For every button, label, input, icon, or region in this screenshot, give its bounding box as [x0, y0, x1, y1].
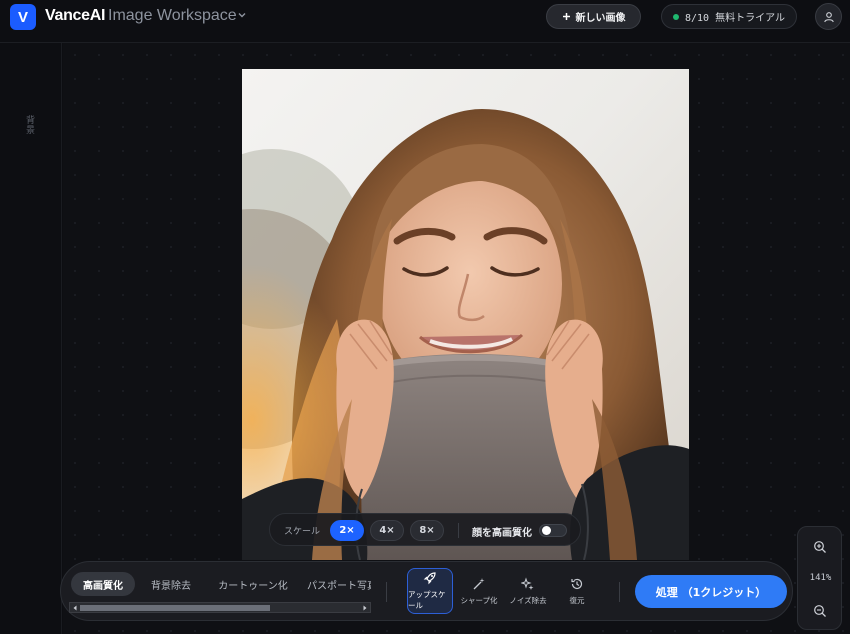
- scale-selector-bar: スケール 2× 4× 8× 顔を高画質化: [269, 513, 581, 546]
- scroll-right-icon[interactable]: [361, 604, 369, 612]
- left-sidebar: 背景: [0, 43, 62, 634]
- tool-sharpen-label: シャープ化: [460, 595, 498, 605]
- tool-sharpen[interactable]: シャープ化: [456, 568, 502, 614]
- sidebar-label[interactable]: 背景: [23, 115, 36, 135]
- magic-wand-icon: [473, 577, 485, 589]
- feature-tabs: 高画質化 背景除去 カートゥーン化 パスポート写真: [69, 570, 371, 616]
- tab-passport-photo[interactable]: パスポート写真: [307, 572, 371, 596]
- tool-upscale-label: アップスケール: [408, 590, 446, 610]
- toolbar-divider-2: [619, 582, 620, 602]
- sparkle-icon: [521, 576, 534, 590]
- tool-upscale[interactable]: アップスケール: [407, 568, 453, 614]
- new-image-button[interactable]: 新しい画像: [546, 4, 641, 29]
- portrait-photo: [242, 69, 689, 560]
- trial-label: 8/10 無料トライアル: [684, 13, 785, 24]
- zoom-out-icon: [814, 605, 826, 617]
- bottom-toolbar: 高画質化 背景除去 カートゥーン化 パスポート写真 アップスケール シャープ化 …: [60, 561, 793, 621]
- zoom-controls: 141%: [797, 526, 842, 630]
- plus-icon: [562, 13, 570, 20]
- tool-restore[interactable]: 復元: [554, 568, 600, 614]
- scale-divider: [458, 523, 459, 538]
- tool-denoise-label: ノイズ除去: [509, 595, 547, 605]
- tool-restore-label: 復元: [569, 595, 585, 605]
- rocket-icon: [423, 572, 436, 585]
- scale-label: スケール: [284, 527, 321, 537]
- history-icon: [571, 578, 583, 589]
- toggle-knob: [542, 526, 551, 535]
- app-logo[interactable]: V: [10, 4, 36, 30]
- uploaded-image[interactable]: [242, 69, 689, 560]
- scale-option-8x[interactable]: 8×: [410, 520, 444, 541]
- scroll-left-icon[interactable]: [71, 604, 79, 612]
- zoom-in-icon: [814, 541, 826, 553]
- new-image-label: 新しい画像: [575, 13, 626, 24]
- tab-cartoonize[interactable]: カートゥーン化: [209, 572, 297, 596]
- user-icon: [823, 11, 834, 22]
- user-account-button[interactable]: [815, 3, 842, 30]
- scrollbar-thumb[interactable]: [80, 605, 270, 611]
- status-dot-icon: [672, 13, 679, 20]
- tab-enhance[interactable]: 高画質化: [71, 572, 135, 596]
- trial-badge[interactable]: 8/10 無料トライアル: [661, 4, 797, 29]
- workspace-title[interactable]: Image Workspace: [108, 7, 237, 25]
- tab-background-remove[interactable]: 背景除去: [139, 572, 203, 596]
- face-enhance-label: 顔を高画質化: [472, 528, 532, 539]
- toolbar-divider: [386, 582, 387, 602]
- zoom-level: 141%: [809, 573, 832, 583]
- tool-denoise[interactable]: ノイズ除去: [505, 568, 551, 614]
- top-bar: V VanceAI Image Workspace 新しい画像 8/10 無料ト…: [0, 0, 850, 34]
- process-button[interactable]: 処理 （1クレジット）: [635, 575, 787, 608]
- zoom-out-button[interactable]: [810, 601, 830, 621]
- scale-option-4x[interactable]: 4×: [370, 520, 404, 541]
- brand-name: VanceAI: [45, 7, 106, 24]
- scale-option-2x[interactable]: 2×: [330, 520, 364, 541]
- zoom-in-button[interactable]: [810, 537, 830, 557]
- tabs-scrollbar[interactable]: [69, 602, 371, 613]
- chevron-down-icon[interactable]: [237, 10, 247, 20]
- face-enhance-toggle[interactable]: [539, 524, 567, 537]
